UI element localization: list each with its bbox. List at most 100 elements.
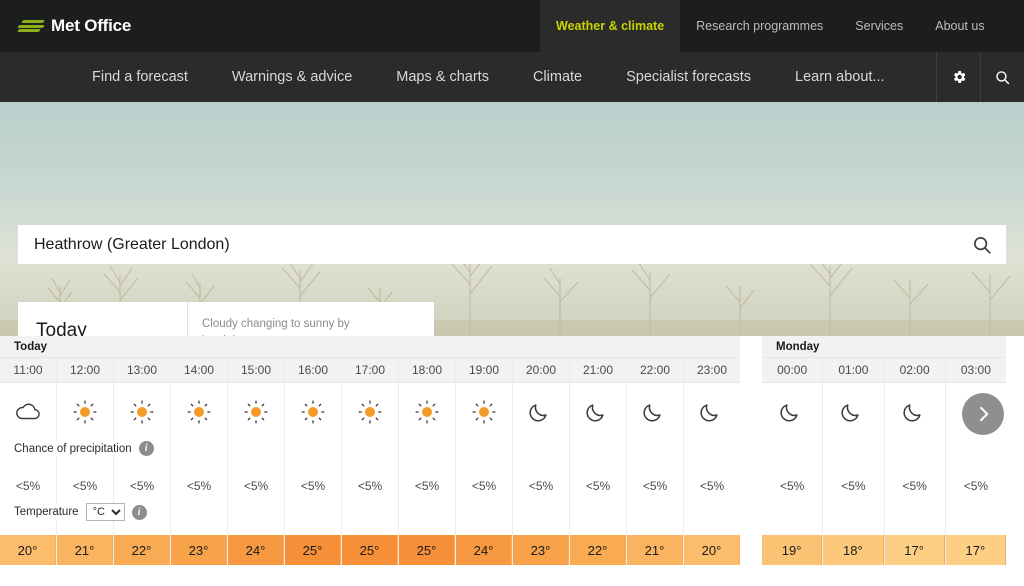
tab-about-us[interactable]: About us [919, 0, 1000, 52]
today-description: Cloudy changing to sunny by lunchtime. [202, 318, 350, 336]
hour-time: 01:00 [823, 358, 884, 383]
hour-time: 21:00 [570, 358, 626, 383]
hour-column[interactable]: 22:00 <5% 21° [627, 358, 684, 565]
location-search-bar[interactable] [18, 225, 1006, 264]
brand-name: Met Office [51, 16, 132, 35]
hour-column[interactable]: 15:00 <5% 24° [228, 358, 285, 565]
hourly-columns-monday: 00:00 <5% 19° 01:00 <5% 18° 02:00 <5% 17° 03:0… [762, 358, 1006, 565]
top-tabs: Weather & climate Research programmes Se… [540, 0, 1001, 52]
nav-item-learn-about[interactable]: Learn about... [773, 69, 907, 85]
hourly-panel-next-day: Monday 00:00 <5% 19° 01:00 <5% 18° 02:00 <5%… [762, 336, 1006, 565]
brand[interactable]: Met Office [0, 0, 540, 52]
hour-column[interactable]: 20:00 <5% 23° [513, 358, 570, 565]
info-icon[interactable]: i [131, 504, 147, 520]
hour-weather-icon [627, 383, 683, 441]
tab-services[interactable]: Services [839, 0, 919, 52]
hour-weather-icon [342, 383, 398, 441]
today-title: Today [36, 320, 87, 336]
hour-column[interactable]: 17:00 <5% 25° [342, 358, 399, 565]
hour-column[interactable]: 12:00 <5% 21° [57, 358, 114, 565]
precipitation-row-label: Chance of precipitation i [14, 441, 160, 456]
hour-precipitation: <5% [471, 479, 497, 493]
moon-icon [841, 404, 860, 422]
hour-weather-icon [228, 383, 284, 441]
hour-column[interactable]: 11:00 <5% 20° [0, 358, 57, 565]
sun-icon [73, 400, 97, 424]
search-icon [974, 236, 991, 254]
hour-precipitation: <5% [642, 479, 668, 493]
hour-temperature: 25° [342, 535, 398, 565]
search-submit-button[interactable] [958, 234, 1006, 256]
search-icon [996, 70, 1010, 84]
hour-precipitation: <5% [699, 479, 725, 493]
hour-weather-icon [823, 383, 883, 441]
nav-links: Find a forecast Warnings & advice Maps &… [0, 52, 907, 102]
hour-precipitation: <5% [414, 479, 440, 493]
nav-search-button[interactable] [980, 52, 1024, 102]
hour-temperature: 24° [456, 535, 512, 565]
hour-precipitation: <5% [129, 479, 155, 493]
hour-weather-icon [570, 383, 626, 441]
hour-time: 11:00 [0, 358, 56, 383]
hour-column[interactable]: 14:00 <5% 23° [171, 358, 228, 565]
hour-column[interactable]: 01:00 <5% 18° [823, 358, 885, 565]
hour-temperature: 24° [228, 535, 284, 565]
next-hours-button[interactable] [962, 393, 1004, 435]
hour-precipitation: <5% [963, 479, 989, 493]
hour-weather-icon [684, 383, 740, 441]
hour-column[interactable]: 18:00 <5% 25° [399, 358, 456, 565]
hour-temperature: 17° [884, 535, 945, 565]
hero: Today 26° 16° Sunrise: 06:17 Sunset: 19:… [0, 102, 1024, 336]
sun-icon [358, 400, 382, 424]
hour-column[interactable]: 02:00 <5% 17° [884, 358, 946, 565]
moon-icon [586, 404, 604, 422]
search-input[interactable] [18, 235, 958, 254]
hour-time: 14:00 [171, 358, 227, 383]
temperature-label-text: Temperature [14, 506, 79, 518]
moon-icon [529, 404, 547, 422]
hour-column[interactable]: 23:00 <5% 20° [684, 358, 740, 565]
hour-precipitation: <5% [243, 479, 269, 493]
hour-column[interactable]: 21:00 <5% 22° [570, 358, 627, 565]
nav-item-climate[interactable]: Climate [511, 69, 604, 85]
hour-precipitation: <5% [357, 479, 383, 493]
tab-research-programmes[interactable]: Research programmes [680, 0, 839, 52]
sun-icon [187, 400, 211, 424]
hour-precipitation: <5% [902, 479, 927, 493]
hour-temperature: 20° [0, 535, 56, 565]
hour-weather-icon [114, 383, 170, 441]
hour-temperature: 23° [513, 535, 569, 565]
tab-weather-climate[interactable]: Weather & climate [540, 0, 681, 52]
hour-weather-icon [513, 383, 569, 441]
nav-item-maps-charts[interactable]: Maps & charts [374, 69, 511, 85]
hourly-heading-monday: Monday [762, 336, 1006, 358]
settings-button[interactable] [936, 52, 980, 102]
hour-weather-icon [885, 383, 945, 441]
hour-temperature: 21° [627, 535, 683, 565]
gear-icon [953, 71, 965, 83]
nav-item-find-a-forecast[interactable]: Find a forecast [70, 69, 210, 85]
hour-temperature: 19° [762, 535, 823, 565]
hour-column[interactable]: 16:00 <5% 25° [285, 358, 342, 565]
nav-item-warnings-advice[interactable]: Warnings & advice [210, 69, 374, 85]
met-office-logo-icon [17, 18, 45, 34]
hour-temperature: 25° [399, 535, 455, 565]
nav-item-specialist-forecasts[interactable]: Specialist forecasts [604, 69, 773, 85]
hour-time: 13:00 [114, 358, 170, 383]
hour-temperature: 22° [570, 535, 626, 565]
moon-icon [903, 404, 921, 422]
hourly-heading-today: Today [0, 336, 740, 358]
hour-precipitation: <5% [186, 479, 212, 493]
hour-time: 15:00 [228, 358, 284, 383]
hour-column[interactable]: 13:00 <5% 22° [114, 358, 171, 565]
hour-time: 20:00 [513, 358, 569, 383]
chevron-right-icon [979, 406, 989, 422]
info-icon[interactable]: i [138, 441, 154, 456]
temperature-unit-select[interactable]: °C°F [85, 503, 125, 521]
hour-time: 16:00 [285, 358, 341, 383]
hour-column[interactable]: 19:00 <5% 24° [456, 358, 513, 565]
main-nav: Find a forecast Warnings & advice Maps &… [0, 52, 1024, 102]
hour-column[interactable]: 03:00 <5% 17° [945, 358, 1006, 565]
hour-column[interactable]: 00:00 <5% 19° [762, 358, 824, 565]
nav-tools [936, 52, 1024, 102]
